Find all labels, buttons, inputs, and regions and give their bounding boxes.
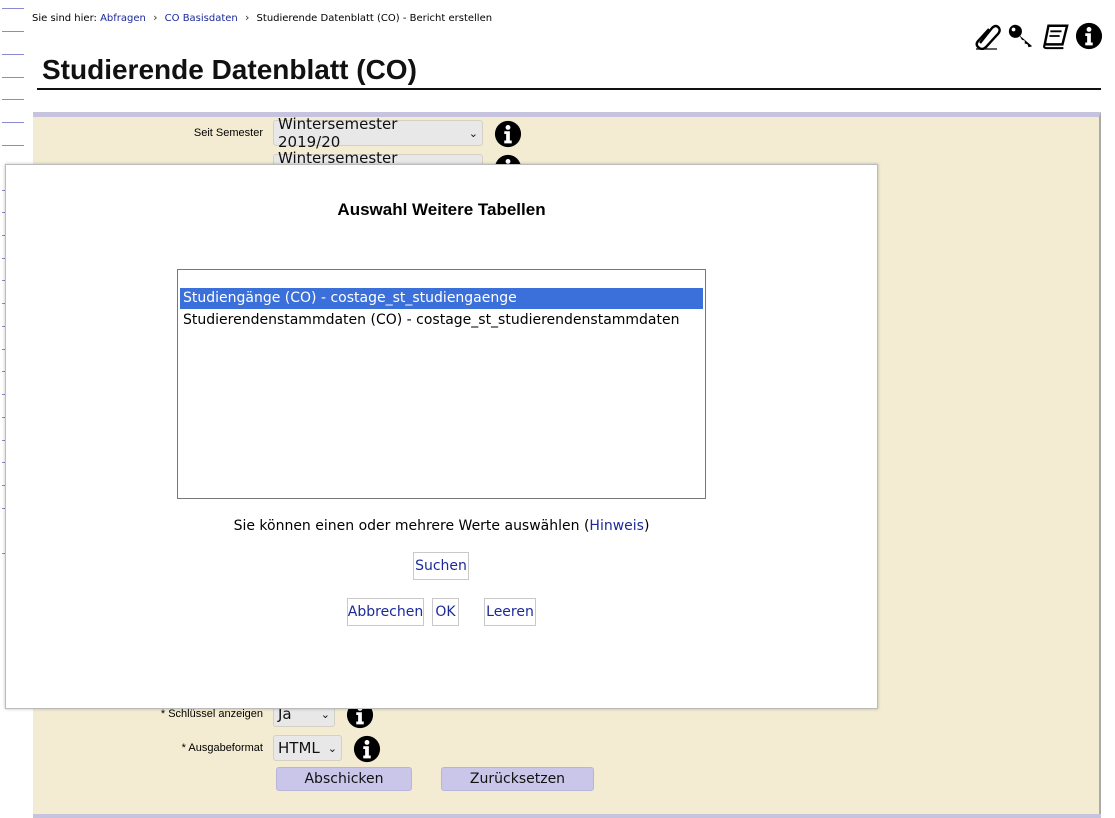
schluessel-label: * Schlüssel anzeigen — [160, 708, 263, 720]
key-icon[interactable] — [1007, 20, 1035, 52]
info-icon[interactable] — [1075, 20, 1103, 52]
title-divider — [37, 88, 1101, 90]
search-button[interactable]: Suchen — [413, 552, 469, 580]
chevron-right-icon: › — [153, 11, 158, 24]
clear-button[interactable]: Leeren — [484, 598, 536, 626]
selection-hint: Sie können einen oder mehrere Werte ausw… — [6, 518, 877, 534]
hint-text: Sie können einen oder mehrere Werte ausw… — [233, 518, 590, 534]
form-panel-bottom-border — [33, 814, 1101, 818]
info-icon[interactable] — [352, 734, 382, 764]
page-title: Studierende Datenblatt (CO) — [42, 54, 417, 85]
ausgabeformat-select[interactable]: HTML ⌄ — [273, 735, 342, 761]
selection-dialog: Auswahl Weitere Tabellen Studiengänge (C… — [5, 164, 878, 709]
ausgabeformat-label: * Ausgabeformat — [181, 742, 263, 754]
chevron-right-icon: › — [244, 11, 250, 24]
hint-close: ) — [643, 518, 650, 534]
toolbar — [973, 20, 1103, 52]
chevron-down-icon: ⌄ — [327, 741, 337, 755]
list-option-studierendenstammdaten[interactable]: Studierendenstammdaten (CO) - costage_st… — [180, 310, 703, 331]
table-listbox[interactable]: Studiengänge (CO) - costage_st_studienga… — [177, 269, 706, 499]
seit-semester-label: Seit Semester — [193, 127, 263, 139]
hint-link[interactable]: Hinweis — [589, 518, 644, 534]
breadcrumb-current: Studierende Datenblatt (CO) - Bericht er… — [256, 13, 493, 24]
info-icon[interactable] — [493, 119, 523, 149]
chevron-down-icon: ⌄ — [468, 126, 478, 140]
book-icon[interactable] — [1041, 20, 1069, 52]
clip-icon[interactable] — [973, 20, 1001, 52]
ausgabeformat-value: HTML — [278, 739, 320, 757]
breadcrumb-link-co-basisdaten[interactable]: CO Basisdaten — [165, 13, 238, 24]
breadcrumb-link-abfragen[interactable]: Abfragen — [100, 13, 146, 24]
ok-button[interactable]: OK — [432, 598, 459, 626]
reset-button[interactable]: Zurücksetzen — [441, 767, 594, 791]
seit-semester-value: Wintersemester 2019/20 — [278, 115, 398, 151]
dialog-title: Auswahl Weitere Tabellen — [337, 200, 546, 219]
breadcrumb: Sie sind hier: Abfragen › CO Basisdaten … — [32, 11, 492, 24]
cancel-button[interactable]: Abbrechen — [347, 598, 424, 626]
seit-semester-select[interactable]: Wintersemester 2019/20 ⌄ — [273, 115, 483, 151]
list-option-studiengaenge[interactable]: Studiengänge (CO) - costage_st_studienga… — [180, 288, 703, 309]
submit-button[interactable]: Abschicken — [276, 767, 412, 791]
breadcrumb-prefix: Sie sind hier: — [32, 13, 97, 24]
chevron-down-icon: ⌄ — [320, 707, 330, 721]
